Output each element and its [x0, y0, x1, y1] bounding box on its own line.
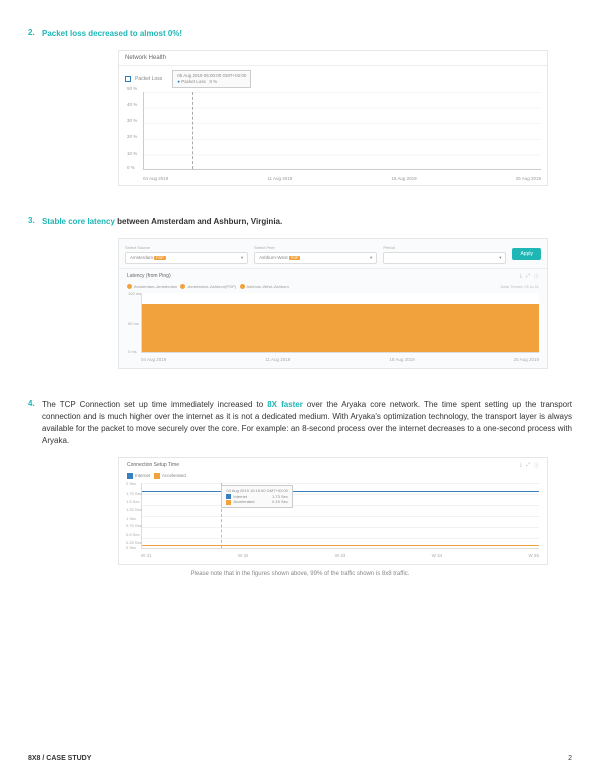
page-number: 2 — [568, 755, 572, 762]
tooltip-value: 0 % — [210, 79, 218, 84]
info-icon[interactable]: ⓘ — [534, 462, 539, 469]
chart-controls: Select Source Amsterdam POP▾ Select Peer… — [119, 239, 547, 268]
panel-title: Latency (from Ping) — [127, 273, 171, 280]
tooltip-series: Packet Loss — [181, 79, 206, 84]
chart-connection-setup: Connection Setup Time ⤓ ⤢ ⓘ Internet Acc… — [118, 457, 548, 565]
list-text: The TCP Connection set up time immediate… — [42, 399, 572, 447]
panel-header: Latency (from Ping) ⤓ ⤢ ⓘ — [119, 268, 547, 284]
y-axis: 50 % 40 % 30 % 20 % 10 % 0 % — [119, 86, 139, 167]
list-number: 4. — [28, 399, 42, 447]
list-number: 3. — [28, 216, 42, 228]
figure-caption: Please note that in the figures shown ab… — [28, 571, 572, 577]
apply-button[interactable]: Apply — [512, 248, 541, 260]
expand-icon[interactable]: ⤢ — [526, 462, 530, 469]
peer-label: Select Peer — [254, 245, 377, 250]
source-label: Select Source — [125, 245, 248, 250]
area-fill — [142, 304, 539, 352]
range-text: Data Trends: 01 to 31 — [501, 284, 539, 289]
info-icon[interactable]: ⓘ — [534, 273, 539, 280]
period-label: Period — [383, 245, 506, 250]
panel-icons: ⤓ ⤢ ⓘ — [520, 273, 539, 280]
chart-network-health: Network Health Packet Loss 05 Aug 2019 0… — [118, 50, 548, 186]
body-text: between Amsterdam and Ashburn, Virginia. — [115, 217, 282, 226]
list-text: Stable core latency between Amsterdam an… — [42, 216, 572, 228]
chart-legend: Packet Loss 05 Aug 2019 05:00:00 GMT+02:… — [119, 66, 547, 92]
x-axis: 04 Aug 2019 11 Aug 2019 18 Aug 2019 25 A… — [119, 174, 547, 185]
download-icon[interactable]: ⤓ — [520, 462, 522, 469]
list-item-3: 3. Stable core latency between Amsterdam… — [28, 216, 572, 228]
expand-icon[interactable]: ⤢ — [526, 273, 530, 280]
chart-latency: Select Source Amsterdam POP▾ Select Peer… — [118, 238, 548, 369]
download-icon[interactable]: ⤓ — [520, 273, 522, 280]
list-text: Packet loss decreased to almost 0%! — [42, 28, 572, 40]
chart-title: Network Health — [119, 51, 547, 66]
x-axis: 04 Aug 2019 11 Aug 2019 18 Aug 2019 25 A… — [119, 355, 547, 368]
legend-label: Packet Loss — [135, 76, 162, 82]
chart-plot-area: 2 Sec 1.75 Sec 1.5 Sec 1.25 Sec 1 Sec 0.… — [141, 483, 539, 549]
x-axis: W 31 W 32 W 33 W 34 W 35 — [119, 551, 547, 564]
chart-legend: Internet Accelerated — [119, 473, 547, 481]
panel-title: Connection Setup Time — [127, 462, 179, 469]
series-accelerated — [142, 545, 539, 546]
footer-left: 8X8 / CASE STUDY — [28, 755, 91, 762]
list-number: 2. — [28, 28, 42, 40]
highlight-text: Stable core latency — [42, 217, 115, 226]
page-body: 2. Packet loss decreased to almost 0%! N… — [0, 0, 600, 597]
highlight-text: Packet loss decreased to almost 0%! — [42, 29, 182, 38]
series-internet — [142, 491, 539, 492]
panel-icons: ⤓ ⤢ ⓘ — [520, 462, 539, 469]
chart-plot-area — [143, 92, 541, 170]
page-footer: 8X8 / CASE STUDY 2 — [28, 755, 572, 762]
highlight-text: 8X faster — [267, 400, 303, 409]
chart-legend: Data Trends: 01 to 31 Amsterdam–Amsterda… — [119, 284, 547, 291]
chart-tooltip: 05 Aug 2019 05:00:00 GMT+02:00 ● Packet … — [172, 70, 251, 88]
panel-header: Connection Setup Time ⤓ ⤢ ⓘ — [119, 458, 547, 473]
list-item-4: 4. The TCP Connection set up time immedi… — [28, 399, 572, 447]
list-item-2: 2. Packet loss decreased to almost 0%! — [28, 28, 572, 40]
peer-select[interactable]: Ashburn-West POP▾ — [254, 252, 377, 264]
period-select[interactable]: ▾ — [383, 252, 506, 264]
body-text: The TCP Connection set up time immediate… — [42, 400, 267, 409]
chart-tooltip: 04 Aug 2019 15:15:00 GMT+02:00 Internet1… — [221, 485, 293, 508]
legend-swatch — [125, 76, 131, 82]
tooltip-date: 05 Aug 2019 05:00:00 GMT+02:00 — [177, 73, 246, 78]
source-select[interactable]: Amsterdam POP▾ — [125, 252, 248, 264]
chart-plot-area: 100 ms 50 ms 0 ms — [141, 293, 539, 353]
hover-line — [192, 92, 193, 169]
